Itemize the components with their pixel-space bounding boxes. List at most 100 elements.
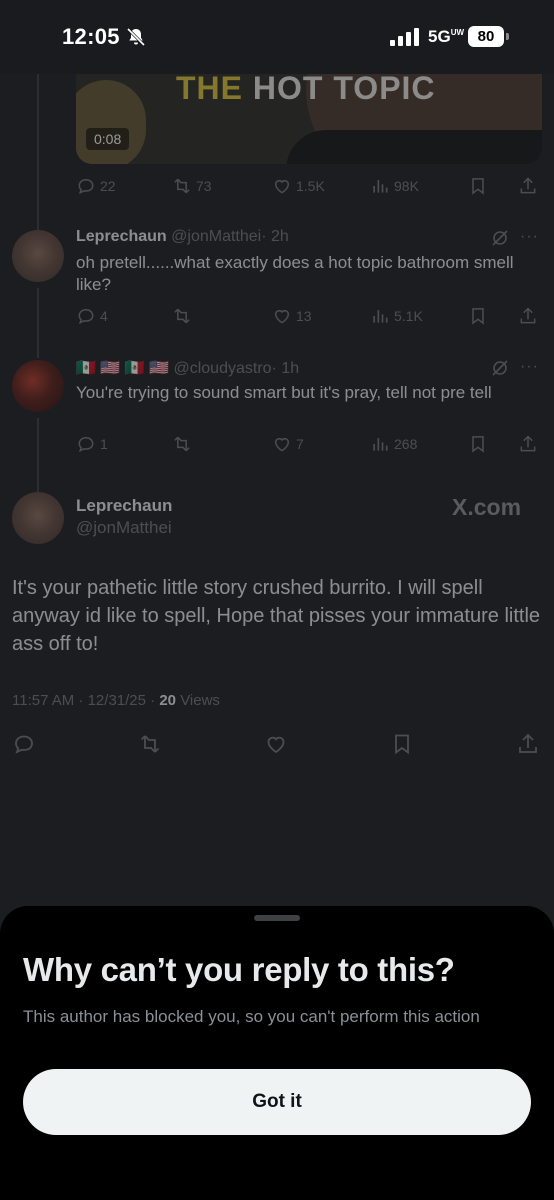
post-time: · 2h	[261, 228, 289, 245]
reply-button[interactable]: 1	[76, 434, 108, 454]
bookmark-icon	[472, 178, 484, 195]
bookmark-button[interactable]	[468, 434, 488, 454]
reply-icon	[78, 308, 94, 325]
thread: THE HOT TOPIC 0:08 22 73 1.5K 98K Leprec…	[0, 0, 554, 910]
bookmark-icon	[395, 734, 409, 755]
post-actions	[12, 732, 542, 758]
video-bg-shape	[76, 80, 146, 164]
like-button[interactable]: 13	[272, 306, 312, 326]
reply-count: 4	[100, 308, 108, 324]
author-name[interactable]: Leprechaun	[76, 496, 172, 516]
post-timestamp: 11:57 AM · 12/31/25 ·	[12, 692, 156, 709]
screen: 12:05 5GUW 80 THE HOT TOPIC 0:08 22 73 1…	[0, 0, 554, 1200]
thread-connector	[37, 288, 39, 358]
views-count: 268	[394, 436, 418, 452]
network-type: 5GUW	[428, 27, 464, 47]
post-time: · 1h	[271, 360, 300, 377]
post-header: Leprechaun @jonMatthei· 2h	[76, 228, 289, 246]
share-button[interactable]	[518, 306, 538, 326]
reply-icon	[78, 436, 94, 453]
reply-button[interactable]	[12, 732, 36, 756]
like-count: 1.5K	[296, 178, 325, 194]
grok-icon[interactable]	[490, 228, 510, 248]
heart-icon	[275, 310, 289, 324]
reply-icon	[78, 178, 94, 195]
views-button[interactable]: 5.1K	[370, 306, 423, 326]
views-button[interactable]: 98K	[370, 176, 419, 196]
more-options-icon[interactable]: ···	[520, 228, 539, 246]
post-text: oh pretell......what exactly does a hot …	[76, 253, 514, 294]
views-button[interactable]: 268	[370, 434, 417, 454]
views-icon	[373, 180, 388, 193]
bookmark-icon	[472, 308, 484, 325]
heart-icon	[267, 736, 285, 754]
share-icon	[519, 733, 537, 753]
heart-icon	[275, 438, 289, 452]
views-count: 20	[159, 692, 177, 709]
video-title-part1: THE	[176, 70, 243, 106]
repost-icon	[174, 436, 190, 452]
avatar[interactable]	[12, 360, 64, 412]
blocked-bottom-sheet: Why can’t you reply to this? This author…	[0, 906, 554, 1200]
post-text: It's your pathetic little story crushed …	[12, 577, 541, 655]
post-meta: 11:57 AM · 12/31/25 · 20 Views	[12, 692, 220, 709]
bookmark-icon	[472, 436, 484, 453]
x-watermark: X.com	[452, 494, 522, 520]
video-duration: 0:08	[86, 128, 130, 150]
like-button[interactable]: 1.5K	[272, 176, 325, 196]
share-button[interactable]	[518, 176, 538, 196]
author-name[interactable]: Leprechaun	[76, 228, 167, 245]
video-title: THE HOT TOPIC	[176, 70, 436, 107]
sheet-title: Why can’t you reply to this?	[23, 951, 455, 988]
network-sub-label: UW	[450, 28, 465, 37]
views-label: Views	[180, 692, 220, 709]
repost-icon	[174, 308, 190, 324]
reply-count: 1	[100, 436, 108, 452]
like-button[interactable]	[264, 732, 288, 756]
more-options-icon[interactable]: ···	[520, 358, 539, 376]
repost-button[interactable]	[172, 306, 192, 326]
repost-button[interactable]: 73	[172, 176, 212, 196]
status-time: 12:05	[62, 24, 120, 49]
views-count: 98K	[394, 178, 419, 194]
share-button[interactable]	[518, 434, 538, 454]
bookmark-button[interactable]	[468, 306, 488, 326]
author-name[interactable]: 🇲🇽 🇺🇸 🇲🇽 🇺🇸	[76, 360, 169, 377]
bookmark-button[interactable]	[468, 176, 488, 196]
sheet-description: This author has blocked you, so you can'…	[23, 1007, 480, 1026]
like-count: 13	[296, 308, 312, 324]
author-handle[interactable]: @jonMatthei	[76, 518, 172, 538]
author-handle[interactable]: @jonMatthei	[171, 228, 261, 245]
views-icon	[373, 438, 388, 451]
share-button[interactable]	[516, 732, 540, 756]
thread-connector	[37, 70, 39, 230]
like-count: 7	[296, 436, 304, 452]
share-icon	[520, 307, 536, 324]
author-handle[interactable]: @cloudyastro	[173, 360, 271, 377]
share-icon	[520, 435, 536, 452]
avatar[interactable]	[12, 492, 64, 544]
like-button[interactable]: 7	[272, 434, 304, 454]
repost-button[interactable]	[172, 434, 192, 454]
repost-icon	[174, 178, 190, 194]
thread-connector	[37, 418, 39, 492]
views-count: 5.1K	[394, 308, 423, 324]
grok-icon[interactable]	[490, 358, 510, 378]
got-it-button[interactable]: Got it	[23, 1069, 531, 1135]
video-title-part2: HOT TOPIC	[252, 70, 436, 106]
post-actions: 22 73 1.5K 98K	[76, 176, 542, 200]
heart-icon	[275, 180, 289, 194]
avatar[interactable]	[12, 230, 64, 282]
status-bar: 12:05 5GUW 80	[0, 0, 554, 74]
post-actions: 1 7 268	[76, 434, 542, 458]
reply-count: 22	[100, 178, 116, 194]
reply-button[interactable]: 22	[76, 176, 116, 196]
video-bg-shape	[286, 130, 542, 164]
repost-button[interactable]	[138, 732, 162, 756]
reply-button[interactable]: 4	[76, 306, 108, 326]
post-text: You're trying to sound smart but it's pr…	[76, 383, 492, 402]
post-actions: 4 13 5.1K	[76, 306, 542, 330]
battery-indicator: 80	[468, 26, 509, 47]
sheet-grabber[interactable]	[254, 915, 300, 921]
bookmark-button[interactable]	[390, 732, 414, 756]
